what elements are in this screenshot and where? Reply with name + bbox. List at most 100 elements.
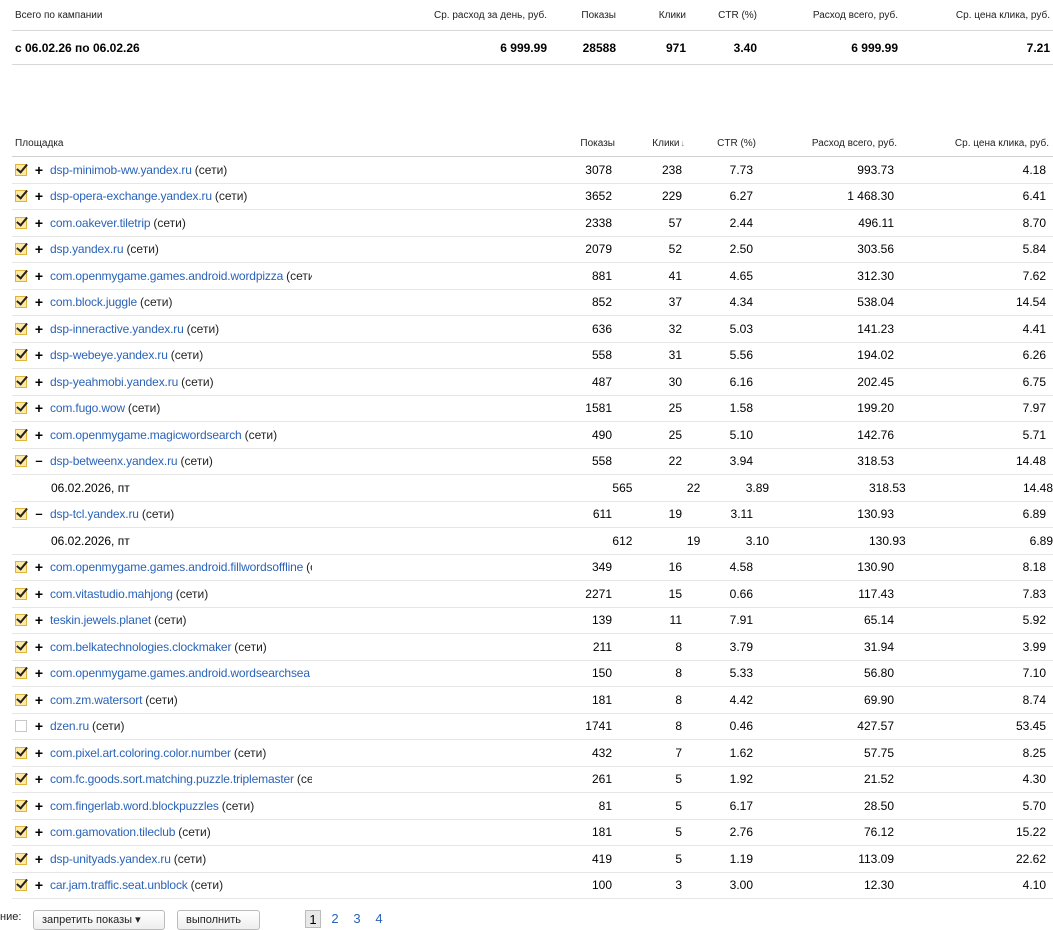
placement-link[interactable]: com.block.juggle (50, 295, 137, 309)
expand-icon[interactable]: + (34, 375, 44, 389)
placement-link[interactable]: com.zm.watersort (50, 693, 142, 707)
expand-icon[interactable]: + (34, 295, 44, 309)
placement-checkbox[interactable] (15, 746, 27, 759)
expand-icon[interactable]: + (34, 587, 44, 601)
placement-link[interactable]: dsp-webeye.yandex.ru (50, 348, 168, 362)
placement-link[interactable]: dsp-betweenx.yandex.ru (50, 454, 178, 468)
placement-checkbox[interactable] (15, 826, 27, 839)
placement-checkbox[interactable] (15, 455, 27, 468)
page-3[interactable]: 3 (349, 910, 365, 928)
column-header-ctr[interactable]: CTR (%) (685, 138, 756, 149)
table-header: Площадка Показы Клики↓ CTR (%) Расход вс… (12, 131, 1053, 157)
placement-checkbox[interactable] (15, 799, 27, 812)
ctr-cell: 2.50 (729, 242, 753, 257)
ctr-cell: 5.03 (729, 321, 753, 336)
placement-checkbox[interactable] (15, 508, 27, 521)
table-row: + dsp-unityads.yandex.ru (сети) 419 5 1.19 113… (12, 846, 1053, 873)
placement-checkbox[interactable] (15, 402, 27, 415)
expand-icon[interactable]: + (34, 693, 44, 707)
placement-link[interactable]: dsp.yandex.ru (50, 242, 124, 256)
placement-link[interactable]: dsp-opera-exchange.yandex.ru (50, 189, 212, 203)
expand-icon[interactable]: + (34, 878, 44, 892)
ctr-cell: 3.89 (745, 480, 770, 495)
expand-icon[interactable]: + (34, 640, 44, 654)
placement-checkbox[interactable] (15, 614, 27, 627)
collapse-icon[interactable]: – (34, 507, 44, 520)
placement-link[interactable]: dsp-yeahmobi.yandex.ru (50, 375, 178, 389)
expand-icon[interactable]: + (34, 666, 44, 680)
placement-link[interactable]: com.fugo.wow (50, 401, 125, 415)
placement-checkbox[interactable] (15, 693, 27, 706)
placement-link[interactable]: com.openmygame.games.android.fillwordsof… (50, 560, 303, 574)
column-header-clicks[interactable]: Клики↓ (615, 138, 685, 149)
placement-link[interactable]: dsp-inneractive.yandex.ru (50, 322, 184, 336)
expand-icon[interactable]: + (34, 269, 44, 283)
placement-checkbox[interactable] (15, 640, 27, 653)
expand-icon[interactable]: + (34, 401, 44, 415)
placement-checkbox[interactable] (15, 269, 27, 282)
expand-icon[interactable]: + (34, 799, 44, 813)
expand-icon[interactable]: + (34, 746, 44, 760)
placement-checkbox[interactable] (15, 375, 27, 388)
expand-icon[interactable]: + (34, 613, 44, 627)
page-1[interactable]: 1 (305, 910, 321, 928)
expand-icon[interactable]: + (34, 348, 44, 362)
placement-link[interactable]: com.vitastudio.mahjong (50, 587, 173, 601)
expand-icon[interactable]: + (34, 825, 44, 839)
column-header-cpc[interactable]: Ср. цена клика, руб. (897, 138, 1049, 149)
placement-checkbox[interactable] (15, 720, 27, 733)
expand-icon[interactable]: + (34, 560, 44, 574)
placement-link[interactable]: com.pixel.art.coloring.color.number (50, 746, 231, 760)
placement-checkbox[interactable] (15, 296, 27, 309)
expand-icon[interactable]: + (34, 189, 44, 203)
placement-checkbox[interactable] (15, 243, 27, 256)
placement-type: (сети) (181, 374, 214, 389)
expand-icon[interactable]: + (34, 163, 44, 177)
expand-icon[interactable]: + (34, 428, 44, 442)
placement-link[interactable]: dsp-tcl.yandex.ru (50, 507, 139, 521)
cpc-cell: 22.62 (1015, 851, 1046, 866)
placement-checkbox[interactable] (15, 773, 27, 786)
placement-checkbox[interactable] (15, 163, 27, 176)
placement-link[interactable]: teskin.jewels.planet (50, 613, 151, 627)
placement-type: (сети) (190, 878, 224, 893)
placement-link[interactable]: car.jam.traffic.seat.unblock (50, 878, 188, 892)
placement-link[interactable]: dzen.ru (50, 719, 89, 733)
placement-checkbox[interactable] (15, 587, 27, 600)
expand-icon[interactable]: + (34, 772, 44, 786)
placement-checkbox[interactable] (15, 852, 27, 865)
placement-link[interactable]: com.openmygame.magicwordsearch (50, 428, 242, 442)
placement-checkbox[interactable] (15, 561, 27, 574)
placement-link[interactable]: com.openmygame.games.android.wordsearchs… (50, 666, 310, 680)
placement-checkbox[interactable] (15, 428, 27, 441)
placement-checkbox[interactable] (15, 879, 27, 892)
column-header-shows[interactable]: Показы (315, 138, 615, 149)
placement-link[interactable]: dsp-unityads.yandex.ru (50, 852, 171, 866)
collapse-icon[interactable]: – (34, 454, 44, 467)
table-row: – dsp-tcl.yandex.ru (сети) 611 19 3.11 130.93 6… (12, 502, 1053, 528)
expand-icon[interactable]: + (34, 242, 44, 256)
placement-checkbox[interactable] (15, 216, 27, 229)
placement-checkbox[interactable] (15, 190, 27, 203)
bulk-action-select[interactable]: запретить показы ▾ (33, 910, 165, 930)
placement-link[interactable]: com.oakever.tiletrip (50, 216, 151, 230)
expand-icon[interactable]: + (34, 322, 44, 336)
page-4[interactable]: 4 (371, 910, 387, 928)
placement-link[interactable]: dsp-minimob-ww.yandex.ru (50, 163, 192, 177)
placement-checkbox[interactable] (15, 322, 27, 335)
placement-link[interactable]: com.openmygame.games.android.wordpizza (50, 269, 283, 283)
table-subrow-date: 06.02.2026, пт 565 22 3.89 318.53 14.48 (12, 475, 1053, 502)
column-header-spend[interactable]: Расход всего, руб. (756, 138, 897, 149)
placement-link[interactable]: com.fc.goods.sort.matching.puzzle.triple… (50, 772, 294, 786)
placement-link[interactable]: com.gamovation.tileclub (50, 825, 175, 839)
expand-icon[interactable]: + (34, 216, 44, 230)
placement-checkbox[interactable] (15, 349, 27, 362)
page-2[interactable]: 2 (327, 910, 343, 928)
placement-link[interactable]: com.belkatechnologies.clockmaker (50, 640, 231, 654)
placement-link[interactable]: com.fingerlab.word.blockpuzzles (50, 799, 219, 813)
placement-checkbox[interactable] (15, 667, 27, 680)
expand-icon[interactable]: + (34, 852, 44, 866)
execute-button[interactable]: выполнить (177, 910, 260, 930)
column-header-placement[interactable]: Площадка (12, 138, 315, 149)
expand-icon[interactable]: + (34, 719, 44, 733)
